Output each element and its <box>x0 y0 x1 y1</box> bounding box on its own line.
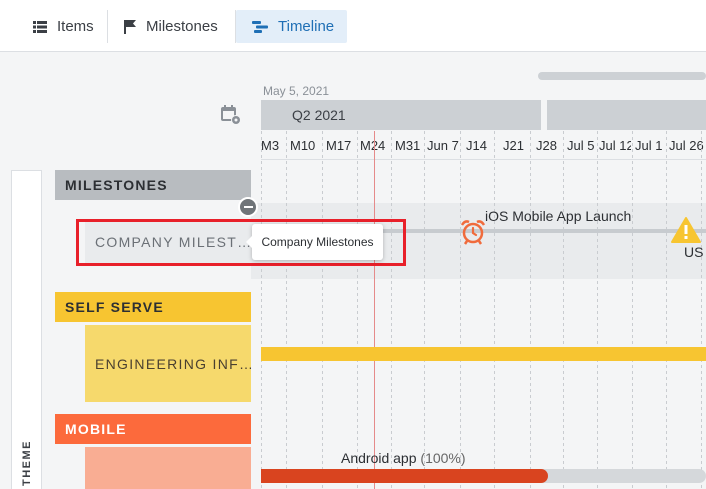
grid-line <box>424 131 425 489</box>
engineering-bar[interactable] <box>261 347 706 361</box>
tab-timeline[interactable]: Timeline <box>236 10 347 43</box>
group-header-self-serve[interactable]: SELF SERVE <box>55 292 251 322</box>
item-label: ENGINEERING INF… <box>95 355 251 372</box>
week-label: Jul 19 <box>635 138 662 153</box>
milestone-label-us[interactable]: US <box>684 244 703 260</box>
android-bar-label[interactable]: Android app (100%) <box>341 450 466 466</box>
item-mobile[interactable] <box>85 447 251 489</box>
tooltip-text: Company Milestones <box>261 235 374 249</box>
collapse-button[interactable] <box>238 197 258 217</box>
week-label: Jul 26 <box>669 138 704 153</box>
calendar-settings-icon[interactable] <box>220 104 242 131</box>
theme-label: THEME <box>21 440 33 486</box>
week-label: Jul 5 <box>567 138 595 153</box>
week-label: M17 <box>326 138 352 153</box>
group-title: MOBILE <box>65 421 127 437</box>
group-title: MILESTONES <box>65 177 168 193</box>
current-date-label: May 5, 2021 <box>263 84 330 98</box>
android-bar[interactable] <box>261 469 548 483</box>
alarm-clock-icon[interactable] <box>459 218 487 251</box>
week-label: M24 <box>360 138 386 153</box>
grid-line <box>597 131 598 489</box>
milestone-label-ios[interactable]: iOS Mobile App Launch <box>485 208 631 224</box>
grid-line <box>460 131 461 489</box>
grid-line <box>322 131 323 489</box>
minus-icon <box>243 206 253 208</box>
view-tab-bar: Items Milestones Timeline <box>0 0 706 52</box>
grid-line <box>563 131 564 489</box>
grid-line <box>357 131 358 489</box>
week-label: Jul 12 <box>599 138 631 153</box>
week-header: M3 M10 M17 M24 M31 Jun 7 J14 J21 J28 Jul… <box>261 131 706 160</box>
grid-line <box>632 131 633 489</box>
week-label: M3 <box>261 138 280 153</box>
week-label: Jun 7 <box>427 138 459 153</box>
tooltip: Company Milestones <box>246 224 383 260</box>
group-title: SELF SERVE <box>65 299 164 315</box>
item-engineering[interactable]: ENGINEERING INF… <box>85 325 251 402</box>
grid-line <box>261 131 262 489</box>
grid-line <box>286 131 287 489</box>
tab-divider <box>107 10 108 43</box>
tab-milestones[interactable]: Milestones <box>112 10 234 43</box>
bar-percent: (100%) <box>420 450 466 466</box>
tab-milestones-label: Milestones <box>146 18 218 35</box>
tab-timeline-label: Timeline <box>278 18 335 35</box>
grid-line <box>530 131 531 489</box>
grid-line <box>666 131 667 489</box>
week-label: J14 <box>466 138 487 153</box>
group-header-milestones[interactable]: MILESTONES <box>55 170 251 200</box>
week-label: J21 <box>503 138 524 153</box>
today-line <box>374 131 375 489</box>
grid-line <box>701 131 702 489</box>
horizontal-scrollbar[interactable] <box>538 72 706 80</box>
tab-items-label: Items <box>57 18 94 35</box>
flag-icon <box>124 19 136 34</box>
bar-name: Android app <box>341 450 417 466</box>
grid-line <box>391 131 392 489</box>
week-label: M31 <box>395 138 421 153</box>
week-label: J28 <box>536 138 557 153</box>
list-icon <box>33 20 47 33</box>
week-label: M10 <box>290 138 316 153</box>
group-header-mobile[interactable]: MOBILE <box>55 414 251 444</box>
quarter-label: Q2 2021 <box>292 107 346 123</box>
timeline-icon <box>252 20 268 33</box>
tab-items[interactable]: Items <box>20 10 106 43</box>
quarter-band-next <box>547 100 706 130</box>
grid-line <box>494 131 495 489</box>
